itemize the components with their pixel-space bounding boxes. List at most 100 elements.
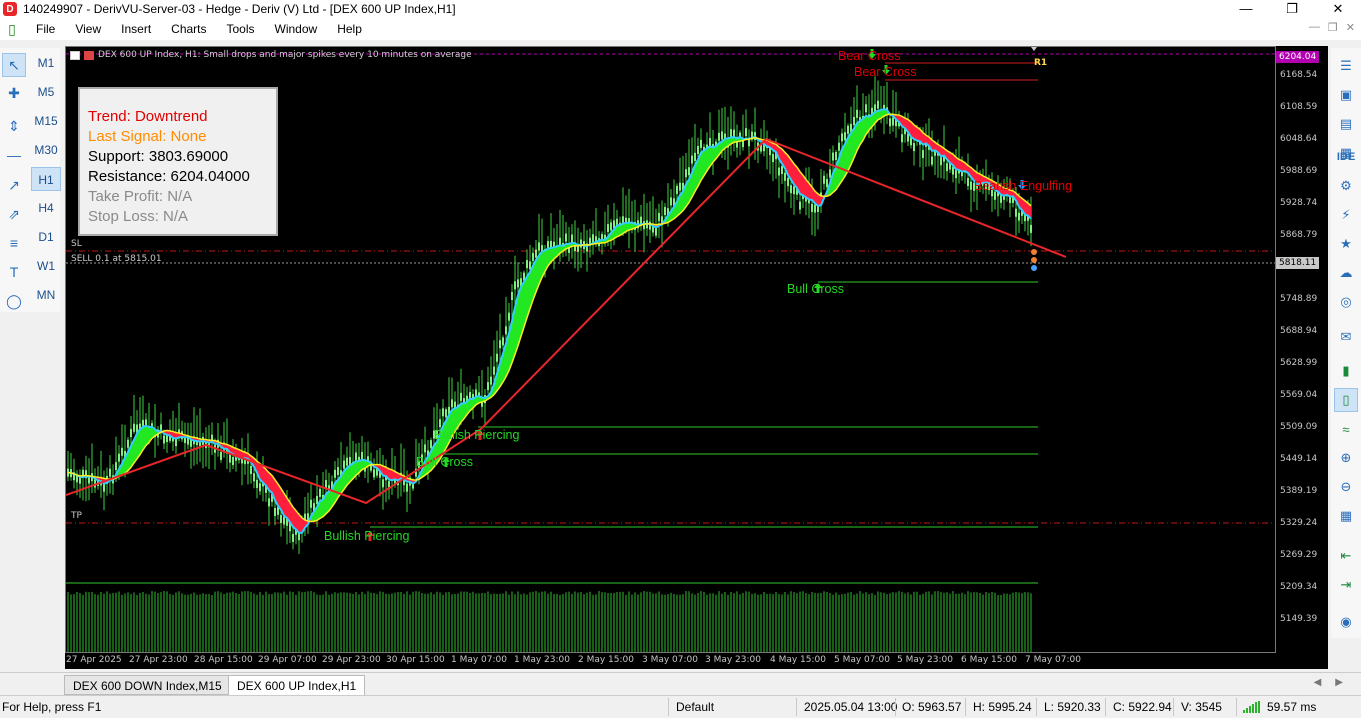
mdi-close-icon[interactable]: ✕ xyxy=(1346,21,1355,34)
grid-icon[interactable]: ▦ xyxy=(1334,504,1358,528)
candle-body xyxy=(901,134,903,143)
timeframe-m30[interactable]: M30 xyxy=(31,138,61,162)
menu-window[interactable]: Window xyxy=(265,22,328,36)
line-chart-icon[interactable]: ≈ xyxy=(1334,417,1358,441)
candle-body xyxy=(655,227,657,236)
candles-icon[interactable]: ▯ xyxy=(1334,388,1358,412)
news-icon[interactable]: ✉ xyxy=(1334,325,1358,349)
timeframe-d1[interactable]: D1 xyxy=(31,225,61,249)
time-tick: 4 May 15:00 xyxy=(770,655,826,665)
tab-dex-600-down-m15[interactable]: DEX 600 DOWN Index,M15 xyxy=(64,675,231,695)
bar-high: H: 5995.24 xyxy=(973,700,1032,714)
shapes-icon[interactable]: ◯ xyxy=(2,289,26,313)
candle-body xyxy=(325,480,327,489)
chart-window-icon[interactable]: ▣ xyxy=(1334,83,1358,107)
candle-body xyxy=(346,457,348,466)
time-tick: 6 May 15:00 xyxy=(961,655,1017,665)
trade-marker-sl-icon xyxy=(1031,249,1037,255)
tab-dex-600-up-h1[interactable]: DEX 600 UP Index,H1 xyxy=(228,675,366,695)
tab-scroll-left-icon[interactable]: ◀ xyxy=(1314,677,1322,688)
profile-name[interactable]: Default xyxy=(676,700,714,714)
price-tick: 5868.79 xyxy=(1280,230,1318,240)
cloud-icon[interactable]: ☁ xyxy=(1334,261,1358,285)
symbol-icon xyxy=(84,50,94,60)
candle-body xyxy=(460,392,462,401)
screenshot-icon[interactable]: ◉ xyxy=(1334,610,1358,634)
stop-loss-text: Stop Loss: N/A xyxy=(88,208,189,225)
candle-body xyxy=(487,382,489,391)
candle-body xyxy=(967,178,969,187)
candle-body xyxy=(946,163,948,172)
close-button[interactable]: ✕ xyxy=(1315,0,1361,18)
trendline-icon[interactable]: ↗ xyxy=(2,173,26,197)
price-tick: 5149.39 xyxy=(1280,614,1318,624)
market-icon[interactable]: ★ xyxy=(1334,232,1358,256)
resistance-price-label: 6204.04 xyxy=(1276,51,1320,63)
candle-body xyxy=(841,133,843,142)
take-profit-text: Take Profit: N/A xyxy=(88,188,193,205)
horizontal-line-icon[interactable]: — xyxy=(2,143,26,167)
mdi-restore-icon[interactable]: ❐ xyxy=(1328,21,1338,34)
candle-body xyxy=(922,150,924,159)
candle-body xyxy=(490,376,492,385)
globe-icon[interactable]: ◎ xyxy=(1334,290,1358,314)
signals-icon[interactable]: ⚡ xyxy=(1334,203,1358,227)
title-bar: D 140249907 - DerivVU-Server-03 - Hedge … xyxy=(0,0,1361,18)
candle-body xyxy=(814,204,816,213)
menu-view[interactable]: View xyxy=(65,22,111,36)
time-tick: 3 May 23:00 xyxy=(705,655,761,665)
r1-marker: R1 xyxy=(1034,58,1048,68)
bear-cross-label-2: Bear Cross xyxy=(854,65,917,79)
market-watch-icon[interactable]: ☰ xyxy=(1334,54,1358,78)
price-tick: 5928.74 xyxy=(1280,198,1318,208)
timeframe-mn[interactable]: MN xyxy=(31,283,61,307)
trendline-by-angle-icon[interactable]: ⇗ xyxy=(2,202,26,226)
timeframe-w1[interactable]: W1 xyxy=(31,254,61,278)
connection-signal-icon[interactable] xyxy=(1243,701,1260,713)
channels-icon[interactable]: ≡ xyxy=(2,231,26,255)
timeframe-h1[interactable]: H1 xyxy=(31,167,61,191)
price-tick: 6108.59 xyxy=(1280,102,1318,112)
maximize-button[interactable]: ❐ xyxy=(1269,0,1315,18)
candlestick-chart-icon[interactable]: ▯ xyxy=(4,21,20,37)
crosshair-icon[interactable]: ✚ xyxy=(2,81,26,105)
candle-body xyxy=(607,224,609,233)
price-axis[interactable]: 6168.54 6108.59 6048.64 5988.69 5928.74 … xyxy=(1276,46,1328,653)
time-axis[interactable]: 27 Apr 2025 27 Apr 23:00 28 Apr 15:00 29… xyxy=(65,653,1328,669)
zoom-in-icon[interactable]: ⊕ xyxy=(1334,446,1358,470)
bar-low: L: 5920.33 xyxy=(1044,700,1101,714)
bullish-piercing-label-1: Bullish Piercing xyxy=(434,428,520,442)
ide-button[interactable]: IDE xyxy=(1334,145,1358,169)
timeframe-m1[interactable]: M1 xyxy=(31,51,61,75)
menu-charts[interactable]: Charts xyxy=(161,22,216,36)
chart-shift-icon[interactable]: ⇥ xyxy=(1334,573,1358,597)
minimize-button[interactable]: — xyxy=(1223,0,1269,18)
text-icon[interactable]: T xyxy=(2,260,26,284)
bar-datetime: 2025.05.04 13:00 xyxy=(804,700,898,714)
time-tick: 7 May 07:00 xyxy=(1025,655,1081,665)
candle-body xyxy=(730,129,732,138)
menu-tools[interactable]: Tools xyxy=(217,22,265,36)
cursor-icon[interactable]: ↖ xyxy=(2,53,26,77)
timeframe-m15[interactable]: M15 xyxy=(31,109,61,133)
menu-insert[interactable]: Insert xyxy=(111,22,161,36)
vertical-line-icon[interactable]: ⇕ xyxy=(2,114,26,138)
timeframe-m5[interactable]: M5 xyxy=(31,80,61,104)
time-tick: 29 Apr 07:00 xyxy=(258,655,317,665)
zoom-out-icon[interactable]: ⊖ xyxy=(1334,475,1358,499)
mdi-minimize-icon[interactable]: — xyxy=(1309,21,1320,34)
strategy-tester-icon[interactable]: ⚙ xyxy=(1334,174,1358,198)
candle-body xyxy=(250,466,252,475)
candle-body xyxy=(970,181,972,190)
autoscroll-icon[interactable]: ⇤ xyxy=(1334,544,1358,568)
timeframe-h4[interactable]: H4 xyxy=(31,196,61,220)
bar-chart-icon[interactable]: ▮ xyxy=(1334,359,1358,383)
navigator-icon[interactable]: ▤ xyxy=(1334,112,1358,136)
chart-area[interactable]: DEX 600 UP Index, H1: Small drops and ma… xyxy=(65,46,1276,653)
trend-text: Trend: Downtrend xyxy=(88,108,208,125)
price-tick: 5209.34 xyxy=(1280,582,1318,592)
candle-body xyxy=(1015,208,1017,217)
tab-scroll-right-icon[interactable]: ▶ xyxy=(1335,677,1343,688)
menu-help[interactable]: Help xyxy=(327,22,372,36)
menu-file[interactable]: File xyxy=(26,22,65,36)
